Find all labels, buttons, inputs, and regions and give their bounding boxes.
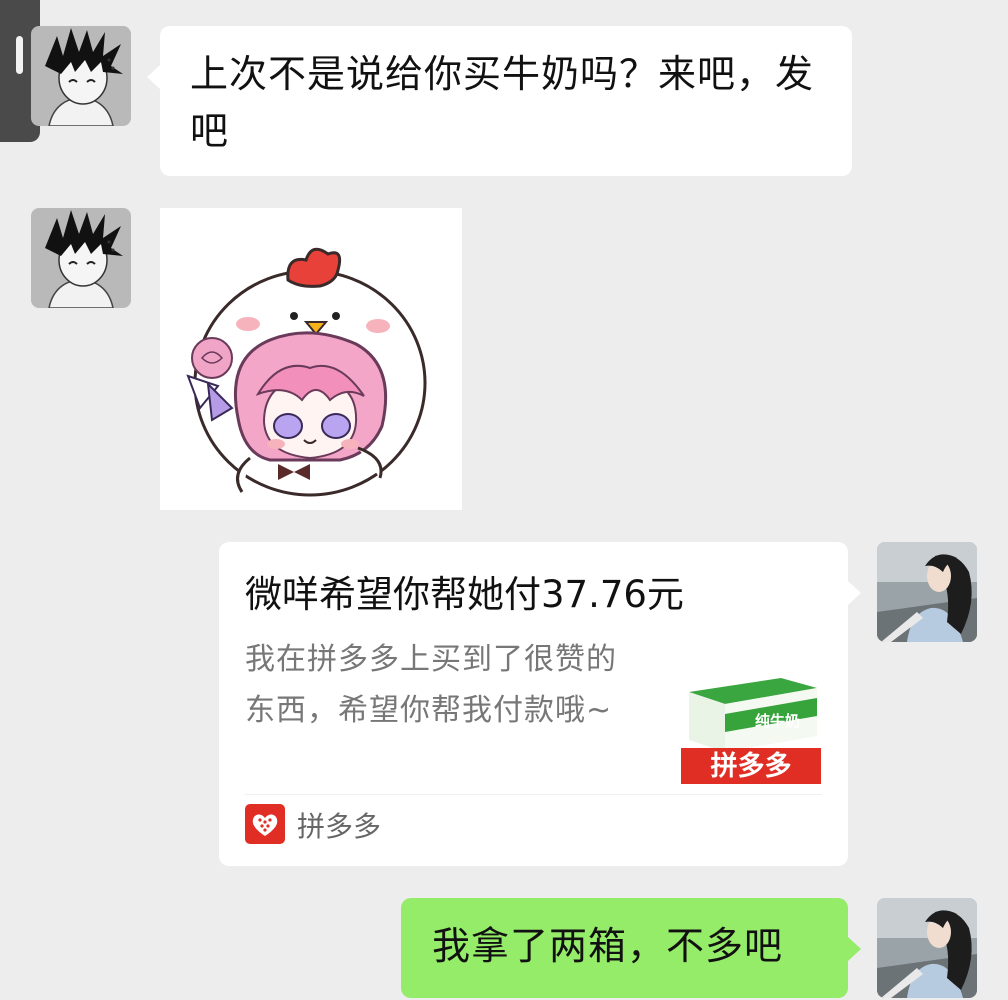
product-thumbnail[interactable]: 纯牛奶 拼多多: [681, 674, 821, 784]
payment-request-description: 我在拼多多上买到了很赞的东西，希望你帮我付款哦~: [245, 642, 617, 728]
product-label: 纯牛奶: [755, 712, 800, 730]
bubble-tail: [147, 65, 160, 89]
scroll-grip[interactable]: [16, 36, 23, 74]
card-divider: [245, 794, 822, 795]
sticker-message[interactable]: [160, 208, 462, 510]
friend-message-bubble[interactable]: 上次不是说给你买牛奶吗？来吧，发吧: [147, 26, 852, 176]
pinduoduo-heart-icon: [245, 804, 285, 844]
pinduoduo-banner: 拼多多: [711, 751, 792, 782]
my-avatar[interactable]: [877, 898, 977, 998]
bubble-tail: [848, 937, 861, 961]
my-avatar[interactable]: [877, 542, 977, 642]
card-source-label: 拼多多: [297, 810, 382, 843]
message-text: 我拿了两箱，不多吧: [432, 924, 784, 968]
milk-box-image: 纯牛奶 拼多多: [681, 674, 821, 784]
payment-request-card[interactable]: 微咩希望你帮她付37.76元 我在拼多多上买到了很赞的东西，希望你帮我付款哦~ …: [219, 542, 861, 866]
my-message-bubble[interactable]: 我拿了两箱，不多吧: [401, 898, 861, 998]
friend-avatar[interactable]: [31, 26, 131, 126]
pink-hair-girl-chicken-hat-sticker: [186, 247, 427, 497]
message-text: 上次不是说给你买牛奶吗？来吧，发吧: [190, 52, 815, 153]
payment-request-title: 微咩希望你帮她付37.76元: [245, 573, 684, 616]
bubble-tail: [848, 581, 861, 605]
friend-avatar[interactable]: [31, 208, 131, 308]
